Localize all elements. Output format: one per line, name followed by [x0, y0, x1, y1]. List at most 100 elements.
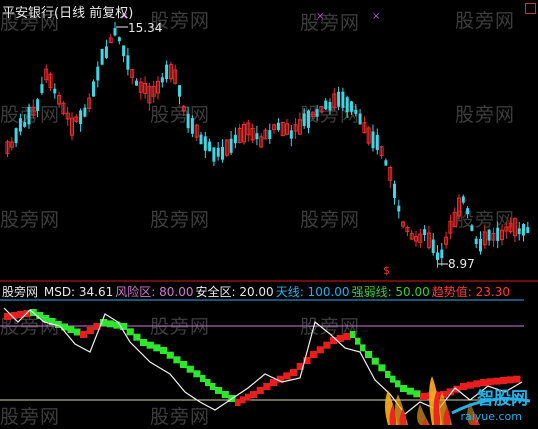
signal-marker: $ [383, 264, 390, 277]
chart-title: 平安银行(日线 前复权) [2, 6, 134, 21]
candle-body [431, 239, 435, 253]
indicator-name: 股旁网 [2, 285, 39, 299]
candle-body [208, 141, 212, 152]
candle-body [216, 147, 220, 157]
trend-step-bar [86, 327, 94, 334]
trend-step-bar [316, 346, 324, 354]
trend-step-bar [390, 375, 396, 383]
chart-settings-icon[interactable] [525, 3, 536, 14]
candle-body [23, 122, 27, 127]
trend-step-bar [215, 387, 223, 394]
candle-body [337, 91, 341, 107]
trend-step-bar [256, 387, 264, 394]
candle-body [487, 229, 491, 241]
trend-step-bar [106, 320, 114, 328]
candle-body [466, 208, 470, 215]
candle-body [522, 223, 525, 236]
candle-body [345, 97, 349, 113]
candle-body [36, 99, 40, 111]
price-chart-panel[interactable]: 股旁网 股旁网 股旁网 股旁网 股旁网 股旁网 股旁网 股旁网 股旁网 股旁网 … [0, 0, 538, 280]
candle-body [302, 113, 306, 126]
candle-body [190, 118, 194, 134]
trend-step-bar [350, 331, 356, 338]
trend-step-bar [193, 370, 201, 378]
candle-body [186, 113, 190, 129]
candle-body [328, 102, 332, 111]
legend-item-trend: 趋势值: 23.30 [431, 285, 510, 299]
candle-body [461, 196, 465, 203]
candle-body [104, 46, 108, 58]
trend-step-bar [221, 391, 229, 398]
candle-body [496, 227, 500, 241]
candle-body [165, 64, 169, 80]
trend-step-bar [513, 375, 521, 383]
candle-body [276, 122, 280, 131]
trend-step-bar [200, 375, 206, 382]
candle-body [178, 85, 181, 97]
candlestick-chart[interactable]: × × × [0, 0, 538, 280]
logo-url: raiyue.com [460, 410, 522, 423]
candle-body [341, 91, 345, 108]
trend-step-bar [235, 399, 241, 406]
candle-body [289, 130, 293, 139]
trend-step-bar [400, 385, 408, 392]
trend-step-bar [160, 347, 168, 354]
low-price-label: 8.97 [448, 257, 475, 271]
candle-body [83, 107, 87, 117]
candle-body [350, 101, 353, 112]
candle-body [354, 109, 358, 114]
trend-step-bar [395, 380, 401, 388]
candle-body [113, 28, 117, 36]
candle-body [92, 81, 95, 97]
legend-item-strength: 强弱线: 50.00 [351, 285, 430, 299]
candle-body [27, 106, 31, 125]
trend-step-bar [343, 333, 351, 340]
trend-step-bar [420, 393, 428, 400]
trend-step-bar [210, 383, 216, 390]
trend-step-bar [140, 339, 148, 346]
candle-body [96, 66, 100, 81]
candle-body [135, 80, 138, 86]
trend-step-bar [310, 351, 318, 358]
candle-body [375, 134, 379, 150]
trend-step-bar [466, 381, 474, 389]
candle-body [14, 128, 18, 144]
candle-body [526, 227, 530, 234]
candle-body [40, 84, 44, 94]
candle-body [384, 160, 388, 166]
candle-body [393, 183, 396, 198]
candle-body [517, 228, 521, 235]
trend-step-bar [153, 344, 161, 352]
candle-body [315, 109, 319, 117]
trend-step-bar [146, 341, 154, 349]
candle-body [18, 118, 22, 132]
trend-step-bar [506, 376, 514, 384]
candle-body [229, 138, 233, 153]
trend-step-bar [166, 351, 174, 359]
candle-body [233, 134, 237, 144]
candle-body [371, 131, 375, 149]
legend-item-sky: 天线: 100.00 [275, 285, 350, 299]
candle-body [324, 100, 328, 110]
candle-body [122, 45, 126, 57]
candle-body [221, 146, 224, 160]
candle-body [160, 77, 164, 83]
candle-body [397, 205, 401, 212]
candle-body [212, 147, 216, 162]
trend-step-bar [180, 361, 188, 368]
trend-step-bar [80, 331, 88, 338]
candle-body [53, 88, 57, 94]
top-marker-icon: × [372, 11, 380, 22]
trend-step-bar [245, 393, 251, 401]
trend-step-bar [67, 326, 75, 333]
candle-body [470, 225, 474, 231]
trend-step-bar [263, 383, 271, 390]
trend-step-bar [385, 371, 391, 378]
candle-body [255, 133, 259, 140]
trend-step-bar [240, 396, 246, 404]
trend-step-bar [365, 351, 373, 358]
trend-step-bar [355, 337, 361, 345]
candle-body [268, 130, 272, 139]
legend-item-safe: 安全区: 20.00 [195, 285, 274, 299]
indicator-panel[interactable]: 股旁网 股旁网 股旁网 股旁网 股旁网 股旁网 MSD: 34.61 风险区: 8… [0, 282, 538, 428]
